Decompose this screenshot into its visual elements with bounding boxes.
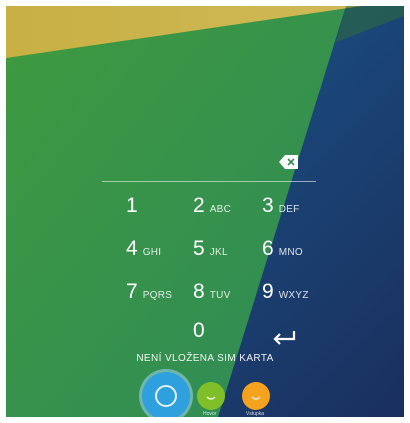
lockscreen-frame: 1 2 ABC 3 DEF 4 GHI 5 JKL 6 MNO 7 PQRS 8… [6, 6, 404, 417]
pin-lockscreen: 1 2 ABC 3 DEF 4 GHI 5 JKL 6 MNO 7 PQRS 8… [6, 6, 404, 417]
call-target-label: Hovor [203, 411, 217, 417]
smiley-icon [251, 396, 261, 400]
call-target[interactable] [197, 382, 225, 410]
other-target[interactable] [242, 382, 270, 410]
smiley-icon [206, 396, 216, 400]
other-target-label: Vstupka [246, 411, 265, 417]
unlock-handle [155, 385, 177, 407]
unlock-actions: Hovor Vstupka [6, 6, 404, 417]
unlock-ring-icon[interactable] [142, 372, 190, 417]
